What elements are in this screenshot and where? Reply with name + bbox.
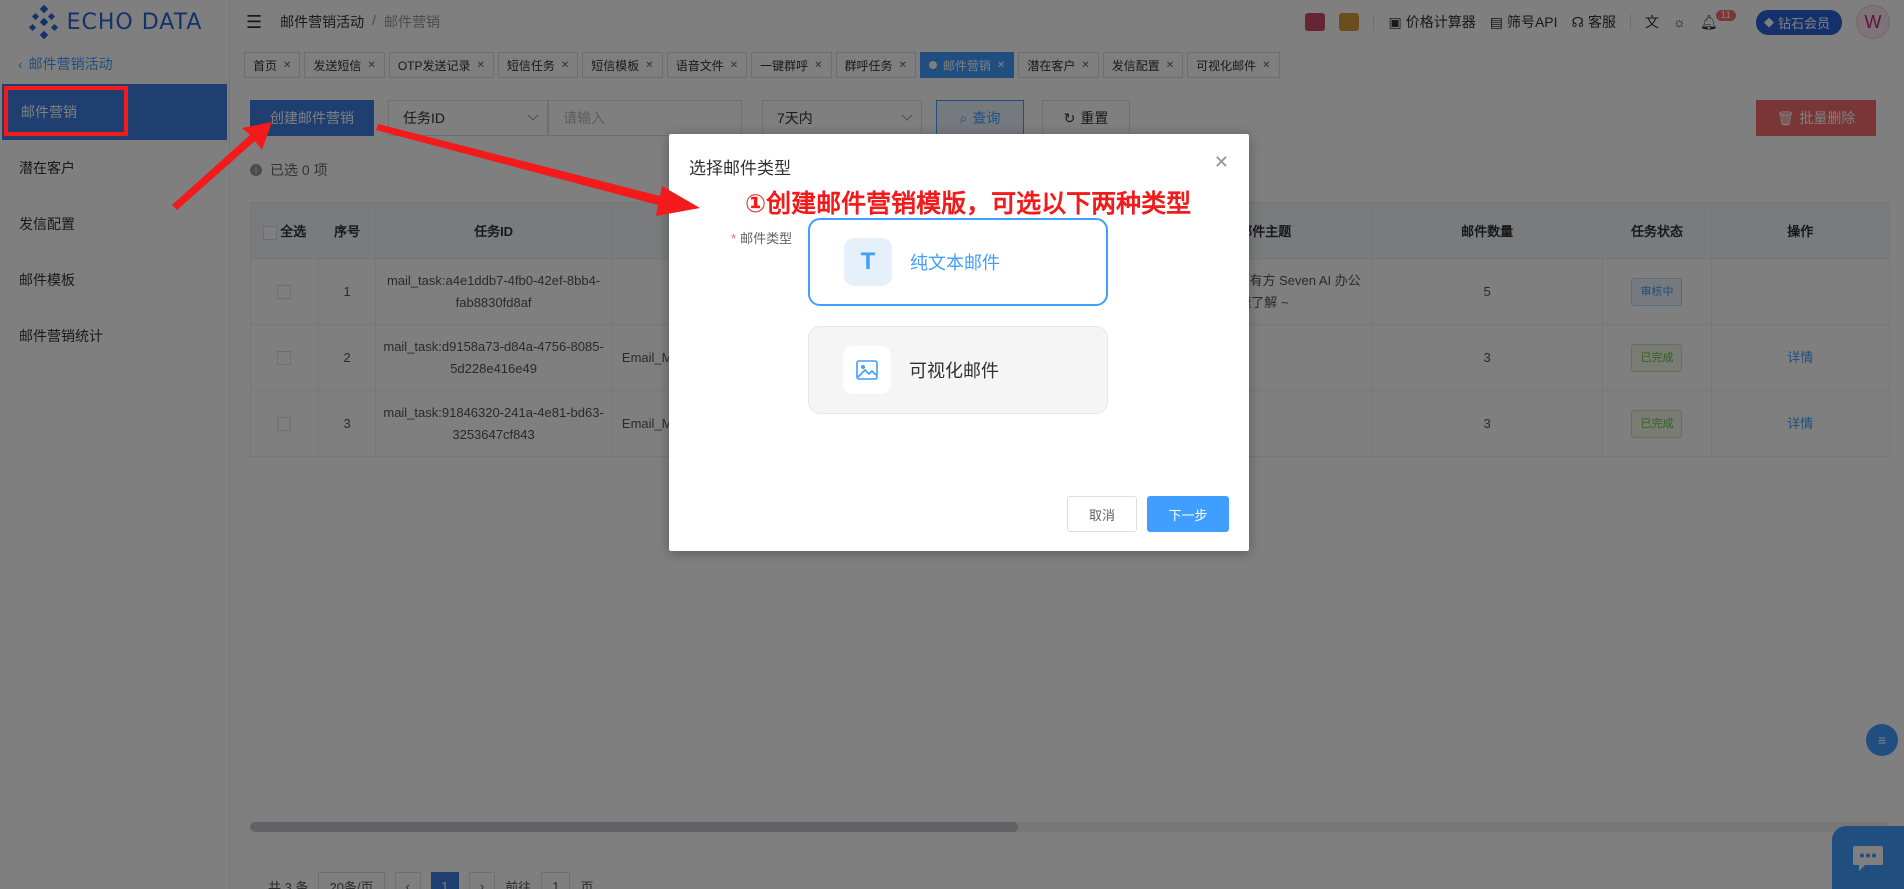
arrow-to-dialog	[376, 124, 700, 216]
arrow-to-create-button	[172, 122, 272, 210]
annotation-arrows	[172, 122, 700, 216]
